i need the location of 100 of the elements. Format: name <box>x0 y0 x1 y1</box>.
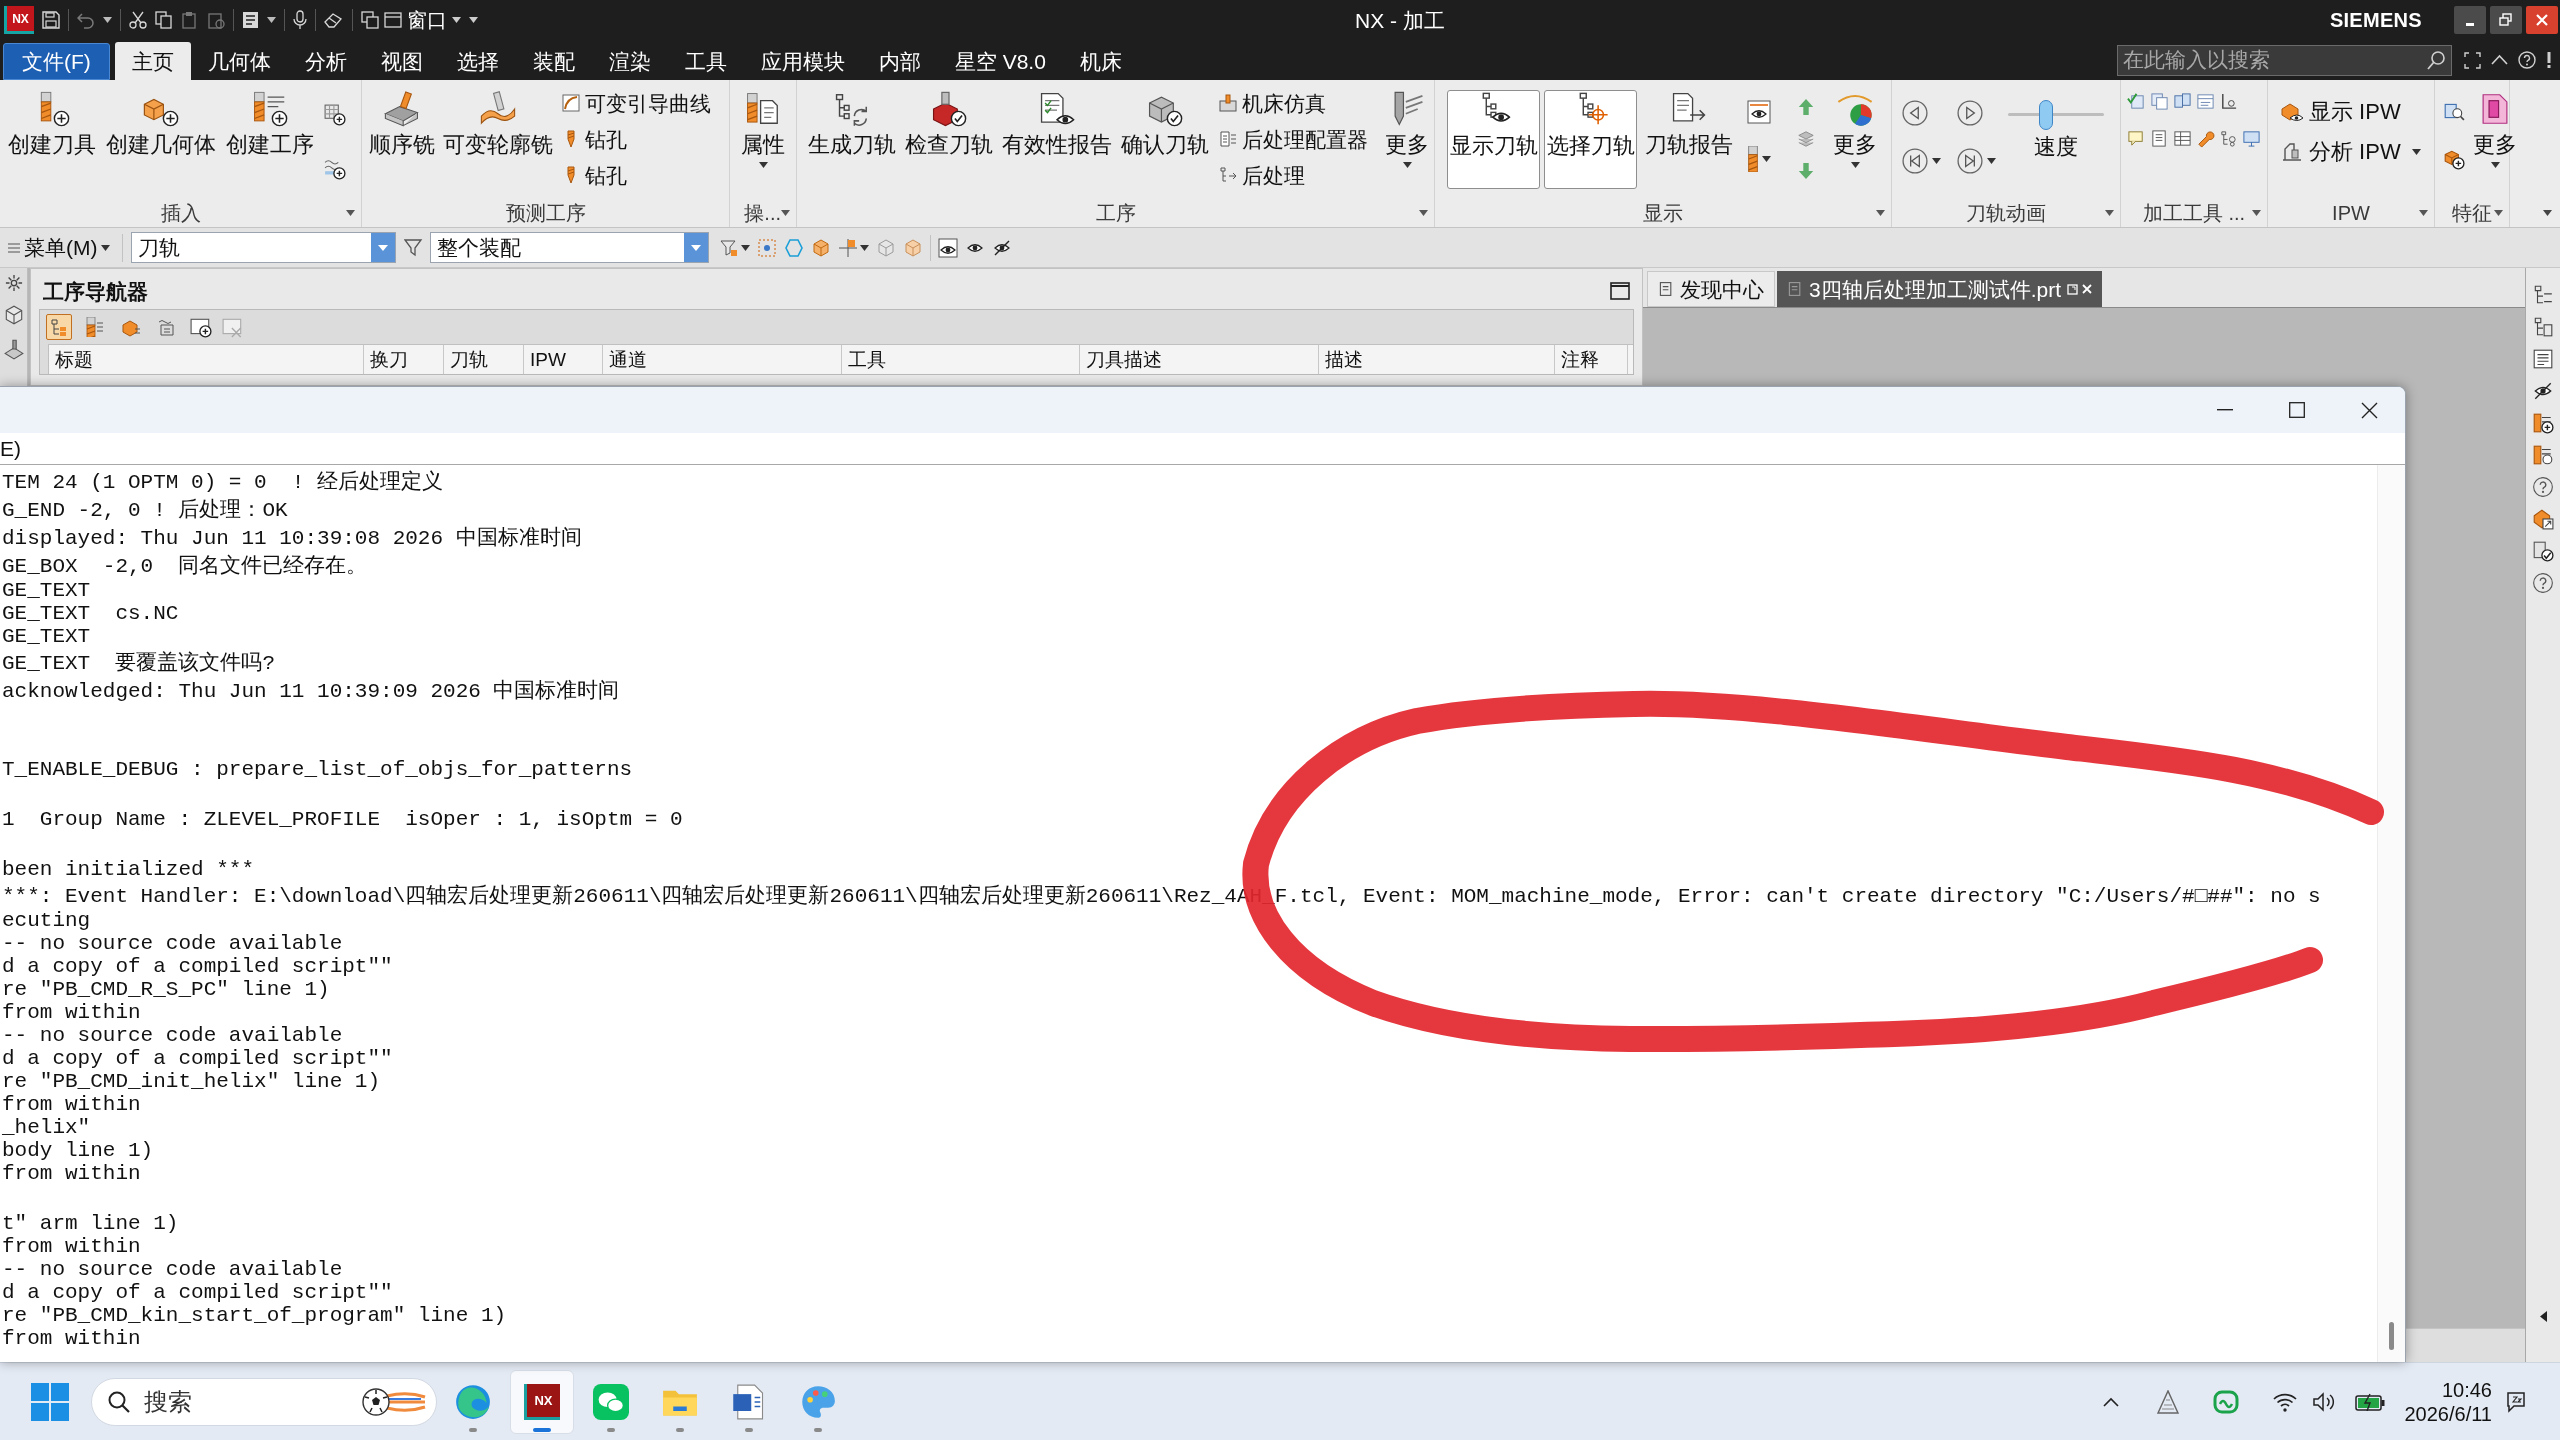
caret-down-icon[interactable] <box>1876 210 1885 216</box>
save-icon[interactable] <box>42 11 60 29</box>
caret-left-icon[interactable] <box>2539 1311 2547 1322</box>
menu-tab[interactable]: 主页 <box>114 42 191 80</box>
notification-icon[interactable] <box>2504 1389 2528 1414</box>
close-icon[interactable] <box>2360 401 2378 419</box>
waves-plus-icon[interactable] <box>324 158 346 180</box>
four-squares-icon[interactable] <box>31 1382 69 1421</box>
column-header[interactable]: IPW <box>524 345 603 374</box>
play-icon[interactable] <box>1957 100 1983 126</box>
ribbon-button[interactable]: 创建几何体 <box>106 86 216 180</box>
funnel-square-icon[interactable] <box>719 237 740 258</box>
caret-down-icon[interactable] <box>1419 210 1428 216</box>
fullscreen-icon[interactable] <box>2464 51 2481 69</box>
copy-icon[interactable] <box>155 11 173 29</box>
slider-thumb[interactable] <box>2039 100 2054 130</box>
scissors-icon[interactable] <box>129 11 147 29</box>
scope-dropdown[interactable]: 整个装配 <box>430 232 710 263</box>
menu-tab[interactable]: 分析 <box>287 42 364 80</box>
view-toggle-button[interactable] <box>46 314 72 340</box>
vertical-scrollbar[interactable] <box>2377 465 2405 1362</box>
ribbon-small-button[interactable]: 后处理 <box>1218 160 1368 190</box>
ribbon-button[interactable]: 更多 <box>1833 86 1877 189</box>
ribbon-small-button[interactable]: 钻孔 <box>561 160 711 190</box>
menu-item[interactable]: E) <box>0 438 21 459</box>
step-back-icon[interactable] <box>1902 100 1928 126</box>
volume-icon[interactable] <box>2312 1391 2337 1412</box>
bar-list-plus-icon[interactable] <box>2532 412 2554 434</box>
caret-down-icon[interactable] <box>2419 210 2428 216</box>
paste-icon[interactable] <box>181 11 199 29</box>
restore-icon[interactable] <box>2490 6 2522 34</box>
alert-icon[interactable] <box>2546 51 2552 69</box>
column-header[interactable]: 标题 <box>49 345 364 374</box>
help-icon[interactable] <box>2532 572 2554 594</box>
clock-date[interactable]: 2026/6/11 <box>2404 1403 2492 1424</box>
microphone-icon[interactable] <box>293 10 307 30</box>
ribbon-small-button[interactable]: 钻孔 <box>561 124 711 154</box>
tree-list-icon[interactable] <box>2532 284 2554 306</box>
help-icon[interactable] <box>2532 476 2554 498</box>
menu-tab[interactable]: 渲染 <box>591 42 668 80</box>
ribbon-button[interactable]: 更多 <box>1385 86 1429 190</box>
ribbon-button[interactable]: 创建工序 <box>226 86 314 180</box>
window-plus-icon[interactable] <box>190 316 212 338</box>
ribbon-small-button[interactable]: 显示 IPW <box>2280 100 2434 124</box>
ribbon-button[interactable]: 生成刀轨 <box>808 86 896 190</box>
paste-special-icon[interactable] <box>207 11 225 29</box>
skip-end-icon[interactable] <box>1957 148 1983 174</box>
settings-icon[interactable] <box>4 274 23 292</box>
maximize-icon[interactable] <box>1610 282 1630 300</box>
framed-eye-icon[interactable] <box>1747 100 1771 124</box>
document-tab[interactable]: 3四轴后处理加工测试件.prt <box>1777 271 2103 307</box>
skip-start-icon[interactable] <box>1902 148 1928 174</box>
page-check-icon[interactable] <box>2532 540 2554 562</box>
ribbon-button[interactable]: 有效性报告 <box>1002 86 1112 190</box>
cube-plus-icon[interactable] <box>2443 148 2465 170</box>
menu-tab[interactable]: 内部 <box>861 42 938 80</box>
column-header[interactable]: 注释 <box>1555 345 1628 374</box>
battery-icon[interactable] <box>2354 1392 2385 1411</box>
ribbon-button[interactable]: 刀轨报告 <box>1645 86 1733 189</box>
app-logo[interactable]: NX <box>4 6 34 34</box>
column-header[interactable]: 描述 <box>1319 345 1555 374</box>
ribbon-small-button[interactable]: 分析 IPW <box>2280 140 2434 164</box>
taskbar-app[interactable]: NX <box>510 1369 574 1434</box>
maximize-icon[interactable] <box>2289 402 2305 418</box>
chevron-up-icon[interactable] <box>2102 1396 2119 1407</box>
speed-slider[interactable] <box>2008 100 2104 130</box>
menu-tab[interactable]: 工具 <box>667 42 744 80</box>
cube-icon[interactable] <box>811 237 832 258</box>
caret-down-icon[interactable] <box>781 210 790 216</box>
menu-tab[interactable]: 星空 V8.0 <box>937 42 1063 80</box>
menu-tab[interactable]: 应用模块 <box>743 42 862 80</box>
column-header[interactable]: 通道 <box>603 345 842 374</box>
column-header[interactable]: 工具 <box>842 345 1080 374</box>
bar-list-circle-icon[interactable] <box>2532 444 2554 466</box>
caret-down-icon[interactable] <box>2494 210 2503 216</box>
undo-icon[interactable] <box>77 11 95 29</box>
end-mill-icon[interactable] <box>1747 146 1759 172</box>
ribbon-button[interactable]: 确认刀轨 <box>1121 86 1209 190</box>
dotted-square-icon[interactable] <box>757 237 778 258</box>
ribbon-small-button[interactable]: 机床仿真 <box>1218 88 1368 118</box>
column-header[interactable]: 换刀 <box>364 345 444 374</box>
caret-down-icon[interactable] <box>346 210 355 216</box>
funnel-icon[interactable] <box>404 237 425 258</box>
float-window-icon[interactable] <box>2067 283 2079 295</box>
minimize-icon[interactable] <box>2217 409 2233 411</box>
file-menu-button[interactable]: 文件(F) <box>3 43 110 80</box>
minimize-icon[interactable] <box>2454 6 2486 34</box>
toggle-button[interactable]: 选择刀轨 <box>1544 90 1637 189</box>
ribbon-button[interactable]: 属性 <box>741 86 785 168</box>
menu-tab[interactable]: 装配 <box>515 42 592 80</box>
ribbon-button[interactable]: 检查刀轨 <box>905 86 993 190</box>
caret-down-icon[interactable] <box>2543 210 2552 216</box>
ribbon-button[interactable]: 更多 <box>2473 86 2517 170</box>
grid-plus-icon[interactable] <box>324 104 346 126</box>
ribbon-button[interactable]: 可变轮廓铣 <box>443 86 553 190</box>
menu-tab[interactable]: 选择 <box>439 42 516 80</box>
tree-columns-icon[interactable] <box>2532 316 2554 338</box>
menu-tab[interactable]: 视图 <box>363 42 440 80</box>
hatched-triangle-icon[interactable] <box>2156 1389 2179 1414</box>
menu-tab[interactable]: 机床 <box>1062 42 1139 80</box>
